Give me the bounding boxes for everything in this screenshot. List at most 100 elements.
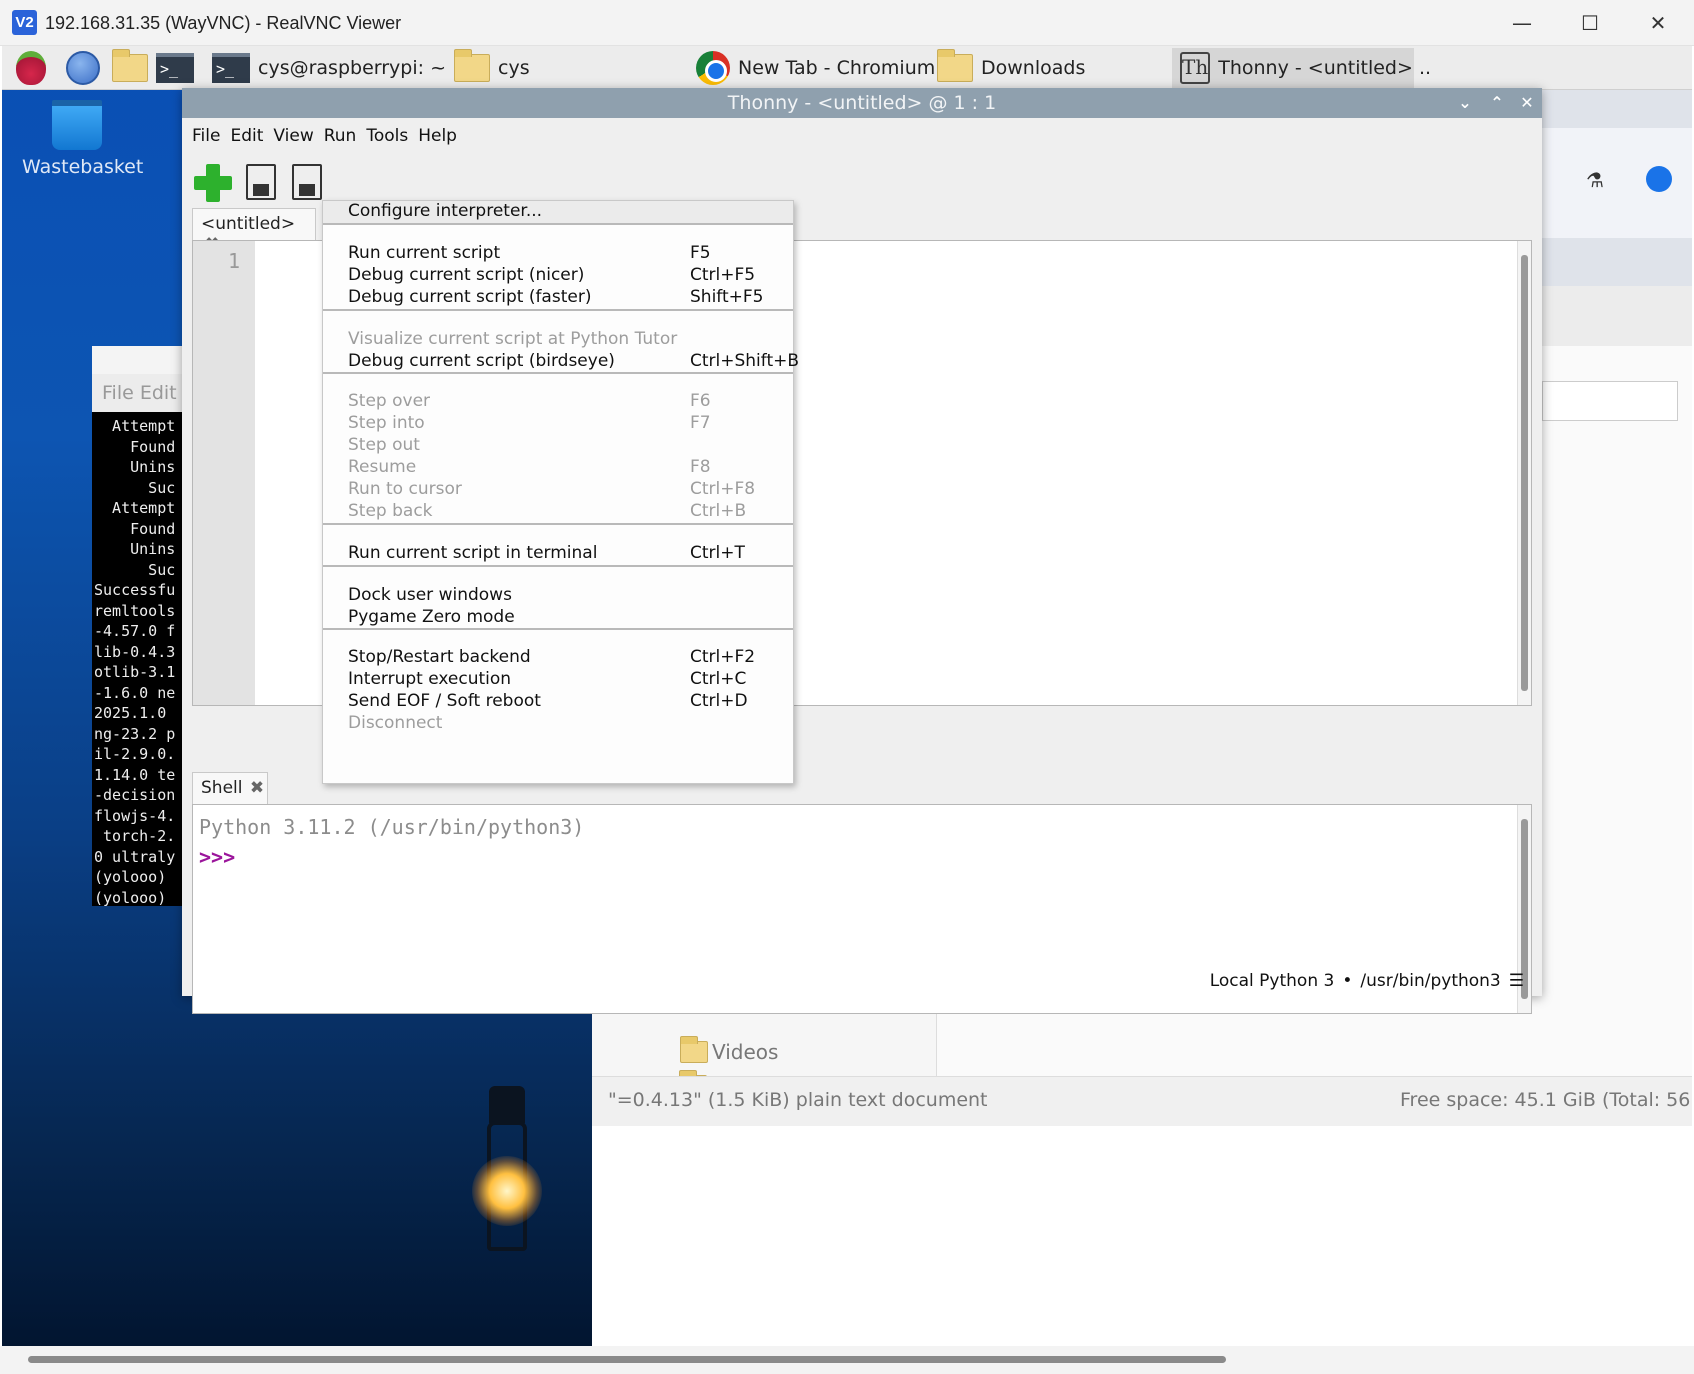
scrollbar-thumb[interactable] [1521, 255, 1528, 691]
taskbar-item-label: cys@raspberrypi: ~ [258, 57, 446, 79]
menu-item-step-into: Step into F7 [323, 413, 793, 437]
menu-item-label: Disconnect [348, 713, 443, 733]
shell-banner: Python 3.11.2 (/usr/bin/python3) [199, 815, 585, 839]
launch-browser-button[interactable] [66, 50, 100, 86]
raspberry-menu-button[interactable] [16, 50, 46, 86]
menu-item-shortcut: Ctrl+C [690, 669, 747, 689]
taskbar-item-cys[interactable]: cys [454, 49, 530, 86]
close-button[interactable]: ✕ [1512, 88, 1542, 118]
interpreter-menu-icon[interactable]: ☰ [1509, 971, 1524, 991]
menu-item-debug-current-script-nicer[interactable]: Debug current script (nicer) Ctrl+F5 [323, 265, 793, 289]
taskbar-item-thonny[interactable]: Th Thonny - <untitled> .. [1172, 48, 1431, 88]
menu-item-label: Stop/Restart backend [348, 647, 531, 667]
menu-item-stop-restart-backend[interactable]: Stop/Restart backend Ctrl+F2 [323, 647, 793, 671]
menu-item-configure-interpreter[interactable]: Configure interpreter... [323, 201, 793, 225]
menu-item-dock-user-windows[interactable]: Dock user windows [323, 585, 793, 609]
menu-edit[interactable]: Edit [225, 118, 268, 152]
file-manager-path-field[interactable] [1542, 381, 1678, 421]
lantern-glow [472, 1156, 542, 1226]
terminal-output: Attempt Found Unins Suc Attempt Found Un… [94, 416, 175, 906]
menu-item-label: Send EOF / Soft reboot [348, 691, 541, 711]
minimize-button[interactable]: — [1500, 8, 1544, 38]
close-tab-icon[interactable]: ✖ [250, 778, 264, 798]
open-file-icon[interactable] [246, 164, 276, 200]
taskbar-item-chromium[interactable]: New Tab - Chromium [696, 50, 935, 86]
menu-tools[interactable]: Tools [361, 118, 413, 152]
menu-item-label: Dock user windows [348, 585, 512, 605]
desktop-icon-wastebasket[interactable]: Wastebasket [22, 100, 143, 178]
minimize-button[interactable]: ⌄ [1450, 88, 1480, 118]
editor-scrollbar[interactable] [1517, 241, 1531, 705]
line-number-gutter: 1 [193, 241, 255, 705]
vnc-titlebar: V2 192.168.31.35 (WayVNC) - RealVNC View… [0, 0, 1694, 46]
menu-item-run-current-script[interactable]: Run current script F5 [323, 243, 793, 267]
terminal-menubar[interactable]: File Edit [92, 374, 188, 412]
save-file-icon[interactable] [292, 164, 322, 200]
editor-tab-untitled[interactable]: <untitled> ✖ [192, 208, 316, 254]
terminal-line: Unins [94, 540, 176, 558]
terminal-line: -decision [94, 786, 176, 804]
launch-files-button[interactable] [112, 49, 156, 86]
terminal-window[interactable]: File Edit Attempt Found Unins Suc Attemp… [92, 346, 188, 906]
status-separator: • [1342, 971, 1353, 991]
maximize-button[interactable]: ⌃ [1482, 88, 1512, 118]
tree-item-videos[interactable]: Videos [680, 1036, 778, 1064]
close-button[interactable]: ✕ [1636, 8, 1680, 38]
menubar: File Edit View Run Tools Help [182, 118, 1542, 152]
status-file-info: "=0.4.13" (1.5 KiB) plain text document [608, 1089, 988, 1111]
menu-item-interrupt-execution[interactable]: Interrupt execution Ctrl+C [323, 669, 793, 693]
menu-item-label: Step back [348, 501, 433, 521]
menu-help[interactable]: Help [413, 118, 462, 152]
toolbar [182, 152, 1542, 206]
blank-area [592, 1126, 1692, 1346]
menu-item-step-over: Step over F6 [323, 391, 793, 415]
menu-item-debug-current-script-faster[interactable]: Debug current script (faster) Shift+F5 [323, 287, 793, 311]
menu-item-send-eof-soft-reboot[interactable]: Send EOF / Soft reboot Ctrl+D [323, 691, 793, 715]
menu-item-run-current-script-in-terminal[interactable]: Run current script in terminal Ctrl+T [323, 543, 793, 567]
menu-item-label: Run current script [348, 243, 501, 263]
menu-item-shortcut: Ctrl+D [690, 691, 748, 711]
profile-avatar-icon[interactable] [1646, 166, 1672, 192]
menu-item-label: Run current script in terminal [348, 543, 598, 563]
labs-flask-icon[interactable]: ⚗ [1586, 168, 1604, 192]
folder-icon [112, 49, 148, 82]
remote-desktop[interactable]: ⚗ Videos ▶ yolooo "=0.4.13" (1.5 KiB) pl… [2, 46, 1692, 1346]
statusbar: Local Python 3 • /usr/bin/python3 ☰ [182, 966, 1542, 996]
thonny-icon: Th [1180, 52, 1211, 84]
new-file-icon[interactable] [194, 164, 232, 202]
terminal-line: (yolooo) [94, 868, 176, 886]
terminal-icon: >_ [212, 53, 250, 83]
window-title: 192.168.31.35 (WayVNC) - RealVNC Viewer [45, 13, 402, 33]
trash-icon [52, 100, 102, 150]
menu-item-label: Run to cursor [348, 479, 462, 499]
thonny-titlebar[interactable]: Thonny - <untitled> @ 1 : 1 ⌄ ⌃ ✕ [182, 88, 1542, 118]
menu-item-visualize-current-script-at-python-tutor: Visualize current script at Python Tutor [323, 329, 793, 353]
terminal-line: 2025.1.0 [94, 704, 176, 722]
interpreter-label[interactable]: Local Python 3 [1210, 971, 1335, 991]
terminal-line: remltools [94, 601, 176, 620]
menu-item-shortcut: Ctrl+Shift+B [690, 351, 800, 371]
interpreter-path[interactable]: /usr/bin/python3 [1360, 971, 1500, 991]
launch-terminal-button[interactable]: >_ [156, 50, 202, 86]
folder-icon [454, 49, 490, 82]
taskbar: >_ >_ cys@raspberrypi: ~ cys New Tab - C… [2, 46, 1692, 90]
terminal-line: lib-0.4.3 [94, 642, 176, 661]
menu-view[interactable]: View [268, 118, 318, 152]
horizontal-scrollbar-thumb[interactable] [28, 1356, 1226, 1363]
taskbar-item-terminal[interactable]: >_ cys@raspberrypi: ~ [212, 50, 446, 86]
menu-item-disconnect: Disconnect [323, 713, 793, 737]
terminal-line: 1.14.0 te [94, 765, 176, 784]
desktop-icon-label: Wastebasket [22, 156, 144, 178]
menu-run[interactable]: Run [319, 118, 362, 152]
menu-item-label: Step into [348, 413, 425, 433]
terminal-icon: >_ [156, 53, 194, 83]
maximize-button[interactable]: ☐ [1568, 8, 1612, 38]
menu-file[interactable]: File [187, 118, 225, 152]
menu-separator [323, 523, 793, 525]
terminal-line: Unins [94, 458, 176, 476]
terminal-line: Suc [94, 560, 176, 579]
menu-item-shortcut: F7 [690, 413, 711, 433]
taskbar-item-downloads[interactable]: Downloads [937, 49, 1085, 86]
menu-item-shortcut: Ctrl+F5 [690, 265, 756, 285]
shell-tab[interactable]: Shell ✖ [192, 772, 268, 804]
